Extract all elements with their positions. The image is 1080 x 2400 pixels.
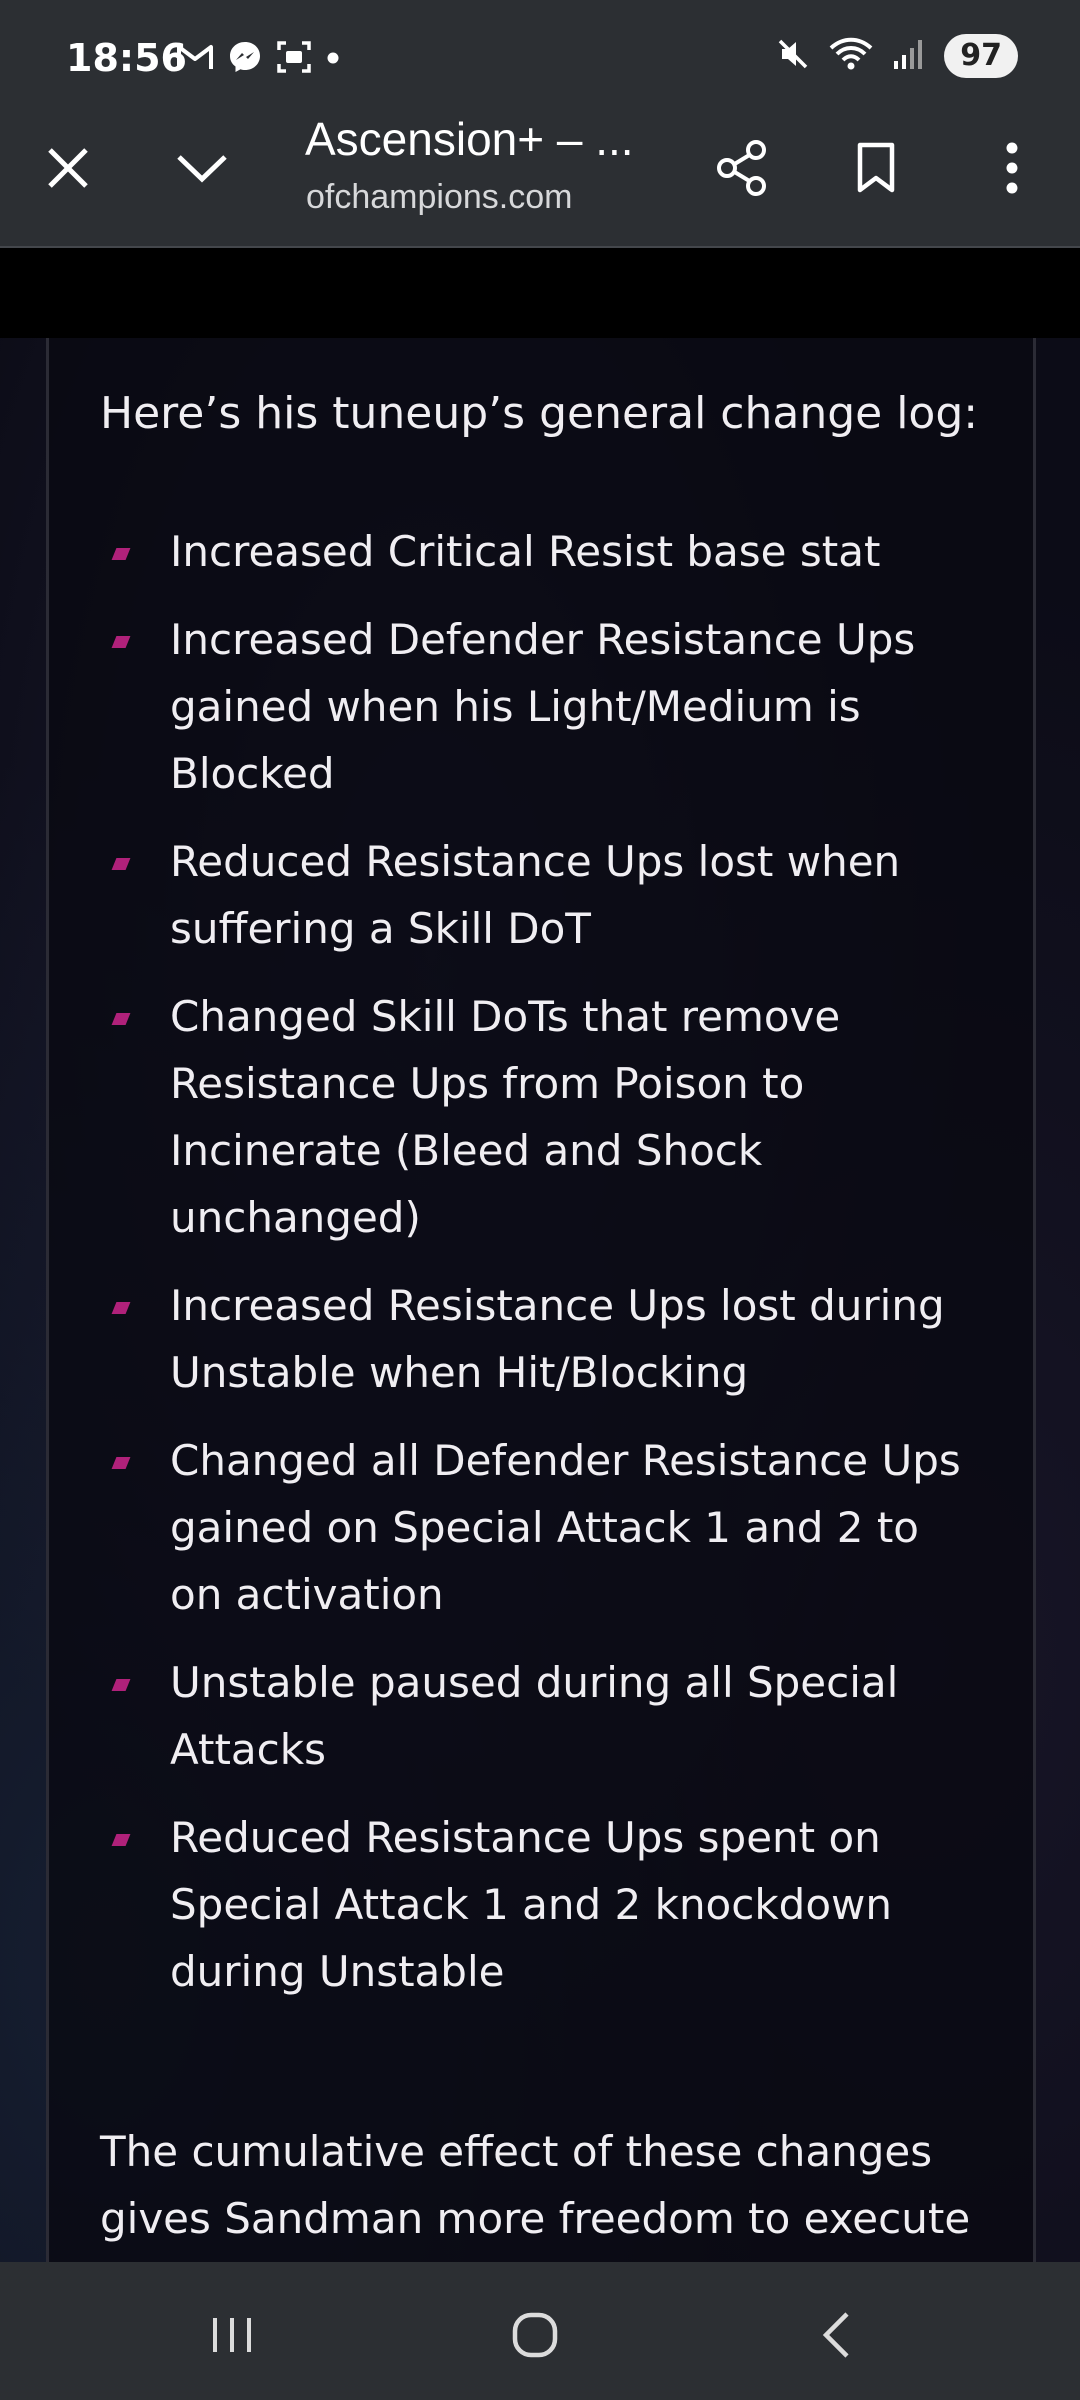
bookmark-icon [857, 142, 895, 193]
list-item: Increased Critical Resist base stat [100, 518, 980, 585]
bullet-icon [111, 1013, 131, 1025]
change-text: Reduced Resistance Ups spent on Special … [170, 1813, 892, 1996]
minimize-button[interactable] [162, 128, 242, 208]
change-text: Changed all Defender Resistance Ups gain… [170, 1436, 961, 1619]
list-item: Unstable paused during all Special Attac… [100, 1649, 980, 1783]
wifi-icon [828, 36, 874, 76]
list-item: Reduced Resistance Ups lost when sufferi… [100, 828, 980, 962]
bullet-icon [111, 1457, 131, 1469]
change-text: Increased Defender Resistance Ups gained… [170, 615, 916, 798]
change-text: Increased Resistance Ups lost during Uns… [170, 1281, 945, 1397]
changelog-intro: Here’s his tuneup’s general change log: [100, 388, 979, 439]
bullet-icon [111, 1302, 131, 1314]
close-button[interactable] [28, 128, 108, 208]
close-icon [48, 148, 88, 188]
more-options-button[interactable] [972, 128, 1052, 208]
dot-icon [326, 50, 340, 69]
home-icon [512, 2312, 558, 2358]
list-item: Increased Resistance Ups lost during Uns… [100, 1272, 980, 1406]
bookmark-button[interactable] [836, 128, 916, 208]
more-vert-icon [1006, 142, 1018, 194]
signal-icon [892, 37, 926, 75]
bullet-icon [111, 858, 131, 870]
home-button[interactable] [495, 2300, 575, 2370]
web-content[interactable]: Here’s his tuneup’s general change log: … [0, 248, 1080, 2262]
share-button[interactable] [702, 128, 782, 208]
status-time: 18:56 [66, 36, 187, 80]
list-item: Reduced Resistance Ups spent on Special … [100, 1804, 980, 2005]
bullet-icon [111, 1679, 131, 1691]
list-item: Changed Skill DoTs that remove Resistanc… [100, 983, 980, 1251]
page-url[interactable]: ofchampions.com [306, 178, 572, 217]
recents-icon [213, 2318, 251, 2352]
system-icons: 97 [776, 34, 1018, 78]
screenshot-icon [276, 40, 312, 78]
notification-icons [176, 40, 340, 78]
bullet-icon [111, 1834, 131, 1846]
bullet-icon [111, 548, 131, 560]
change-text: Reduced Resistance Ups lost when sufferi… [170, 837, 901, 953]
list-item: Increased Defender Resistance Ups gained… [100, 606, 980, 807]
changelog-list: Increased Critical Resist base stat Incr… [100, 518, 980, 2026]
status-bar: 18:56 97 [0, 0, 1080, 118]
back-button[interactable] [796, 2300, 876, 2370]
page-title[interactable]: Ascension+ – ... [305, 112, 634, 166]
change-text: Increased Critical Resist base stat [170, 527, 881, 576]
chevron-down-icon [177, 155, 227, 183]
back-icon [822, 2312, 849, 2358]
page-header-band [0, 248, 1080, 338]
mute-icon [776, 37, 810, 75]
gmail-icon [176, 42, 214, 76]
summary-paragraph: The cumulative effect of these changes g… [100, 2127, 971, 2243]
change-text: Unstable paused during all Special Attac… [170, 1658, 899, 1774]
list-item: Changed all Defender Resistance Ups gain… [100, 1427, 980, 1628]
change-text: Changed Skill DoTs that remove Resistanc… [170, 992, 841, 1242]
bullet-icon [111, 636, 131, 648]
messenger-icon [228, 40, 262, 78]
recents-button[interactable] [192, 2300, 272, 2370]
share-icon [717, 140, 766, 196]
battery-level: 97 [944, 34, 1018, 78]
